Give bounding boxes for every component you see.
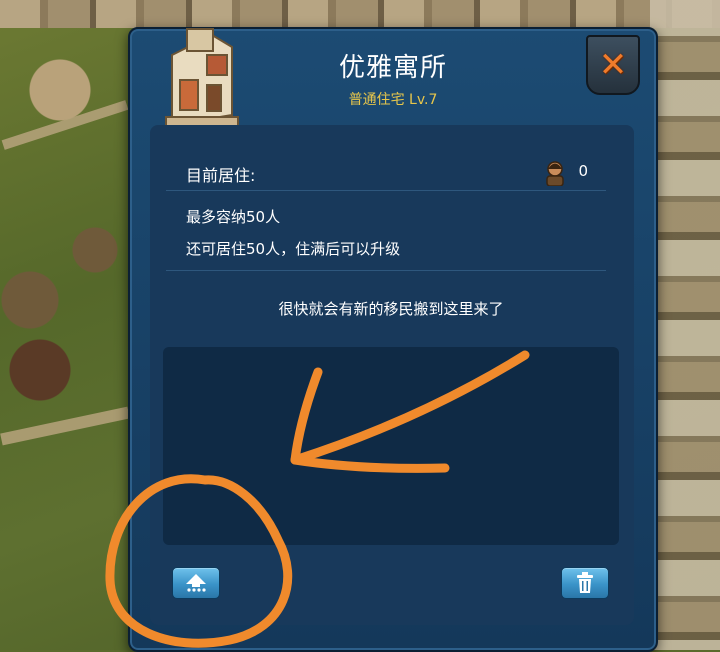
demolish-button[interactable]	[561, 567, 609, 599]
resident-count: 0	[578, 162, 588, 180]
migrant-slot-area	[163, 347, 619, 545]
dialog-title: 优雅寓所	[338, 53, 447, 83]
resident-row: 目前居住: 0	[186, 160, 590, 188]
residence-dialog: 优雅寓所 普通住宅 Lv.7 ✕	[128, 27, 658, 652]
upgrade-arrow-icon	[186, 574, 206, 592]
divider-top	[166, 190, 606, 191]
resident-label: 目前居住:	[186, 166, 256, 185]
close-button[interactable]: ✕	[586, 35, 640, 95]
city-buildings-top	[0, 0, 720, 28]
upgrade-button[interactable]	[172, 567, 220, 599]
remaining-capacity-text: 还可居住50人，住满后可以升级	[186, 240, 401, 258]
migrant-message: 很快就会有新的移民搬到这里来了	[278, 300, 504, 318]
capacity-text: 最多容纳50人	[186, 208, 281, 226]
divider-bottom	[166, 270, 606, 271]
city-buildings-right	[650, 0, 720, 650]
close-x-icon: ✕	[598, 45, 628, 85]
building-type-level: 普通住宅 Lv.7	[348, 92, 438, 108]
person-avatar-icon	[546, 161, 564, 186]
trash-can-icon	[577, 572, 593, 593]
